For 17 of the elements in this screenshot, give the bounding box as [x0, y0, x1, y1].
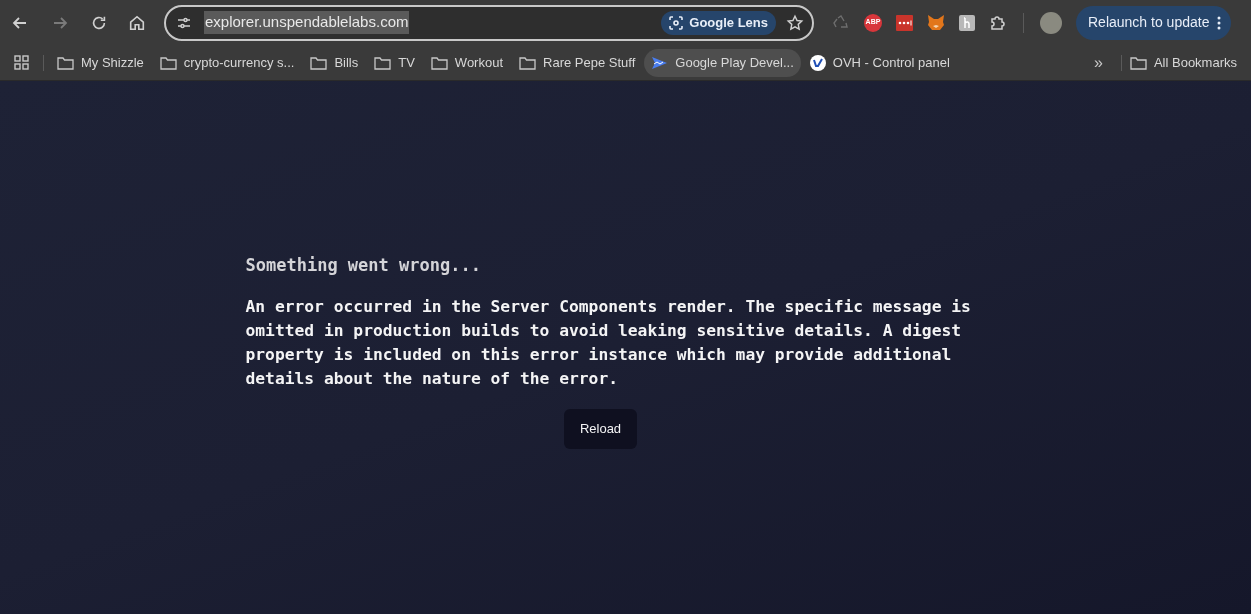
bookmark-item[interactable]: Workout — [423, 48, 511, 77]
url-text[interactable]: explorer.unspendablelabs.com — [204, 11, 410, 34]
bookmark-item[interactable]: crypto-currency s... — [152, 48, 302, 77]
error-message: An error occurred in the Server Components render. The specific message is omitted in production builds to avoid leaking sensitive details. A digest property is included on this error instance which may provide additional details about the nature of the error. — [245, 295, 972, 390]
bookmark-item[interactable]: Bills — [303, 48, 366, 77]
bookmark-item[interactable]: OVH - Control panel — [802, 48, 957, 77]
bookmark-item[interactable]: Rare Pepe Stuff — [512, 48, 643, 77]
reload-button[interactable]: Reload — [563, 408, 638, 449]
google-lens-button[interactable]: Google Lens — [661, 10, 776, 35]
bookmark-item[interactable]: My Shizzle — [50, 48, 151, 77]
relaunch-button[interactable]: Relaunch to update — [1076, 5, 1232, 40]
address-bar[interactable]: explorer.unspendablelabs.com Google Lens — [164, 4, 814, 41]
bookmark-item[interactable]: Google Play Devel... — [644, 48, 801, 77]
bookmark-item[interactable]: TV — [367, 48, 422, 77]
all-bookmarks-button[interactable]: All Bookmarks — [1129, 52, 1237, 73]
error-title: Something went wrong... — [245, 254, 482, 277]
more-bookmarks-button[interactable]: » — [1090, 50, 1107, 75]
